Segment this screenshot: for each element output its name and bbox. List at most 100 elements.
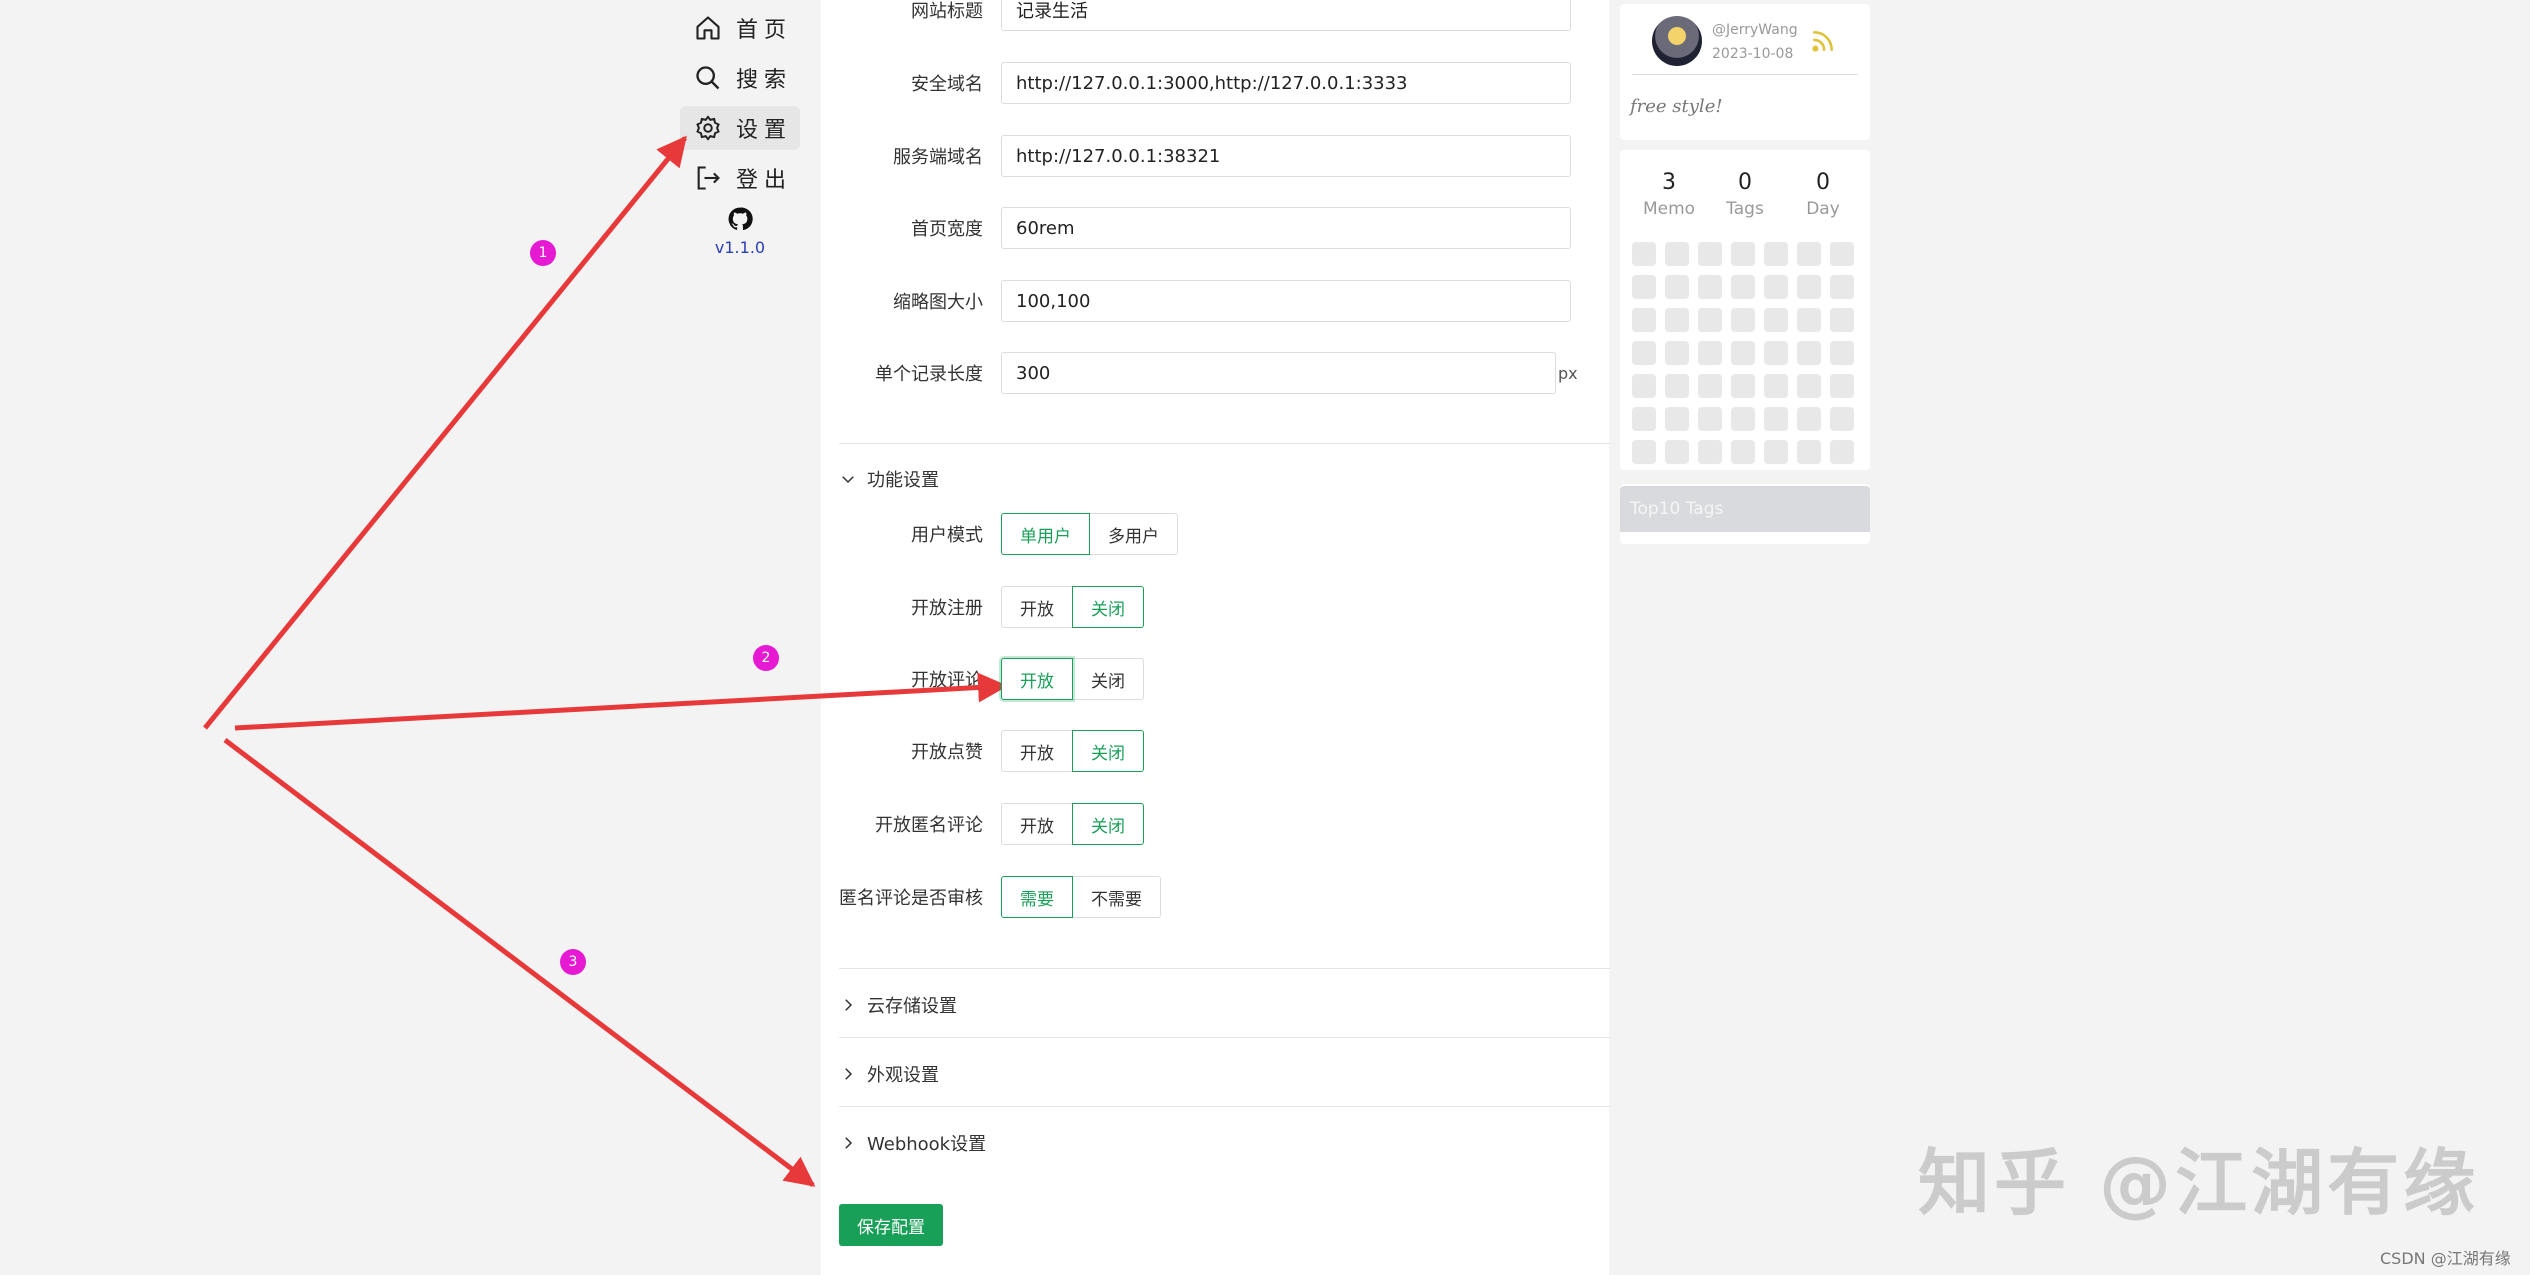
option-open[interactable]: 开放 bbox=[1001, 730, 1073, 772]
option-no-need[interactable]: 不需要 bbox=[1072, 876, 1161, 918]
heatmap-cell bbox=[1632, 374, 1656, 398]
heatmap-cell bbox=[1698, 374, 1722, 398]
heatmap-cell bbox=[1830, 374, 1854, 398]
heatmap-cell bbox=[1764, 242, 1788, 266]
nav-item-home[interactable]: 首页 bbox=[680, 6, 800, 50]
safe-domain-row: 安全域名 bbox=[821, 61, 1609, 105]
main-nav: 首页 搜索 设置 登出 v1.1.0 bbox=[680, 6, 800, 257]
arrow-3 bbox=[223, 738, 816, 1187]
profile-card: @JerryWang 2023-10-08 free style! bbox=[1620, 4, 1870, 140]
anon-review-label: 匿名评论是否审核 bbox=[839, 888, 983, 909]
stats-card: 3 Memo 0 Tags 0 Day bbox=[1620, 150, 1870, 470]
heatmap-cell bbox=[1731, 275, 1755, 299]
logout-icon bbox=[697, 166, 720, 190]
anon-comment-toggle: 开放 关闭 bbox=[1001, 803, 1144, 845]
nav-item-search[interactable]: 搜索 bbox=[680, 56, 800, 100]
heatmap-cell bbox=[1698, 440, 1722, 464]
heatmap-cell bbox=[1665, 374, 1689, 398]
site-title-input[interactable] bbox=[1001, 0, 1571, 31]
arrow-1 bbox=[203, 135, 687, 730]
option-need[interactable]: 需要 bbox=[1001, 876, 1073, 918]
nav-item-settings[interactable]: 设置 bbox=[680, 106, 800, 150]
option-close[interactable]: 关闭 bbox=[1072, 803, 1144, 845]
server-domain-row: 服务端域名 bbox=[821, 134, 1609, 178]
heatmap-cell bbox=[1731, 242, 1755, 266]
heatmap-cell bbox=[1830, 407, 1854, 431]
option-open[interactable]: 开放 bbox=[1001, 803, 1073, 845]
storage-section-toggle[interactable]: 云存储设置 bbox=[839, 992, 957, 1018]
heatmap-cell bbox=[1797, 374, 1821, 398]
option-multi-user[interactable]: 多用户 bbox=[1089, 513, 1178, 555]
heatmap-cell bbox=[1731, 407, 1755, 431]
heatmap-cell bbox=[1665, 308, 1689, 332]
github-link[interactable] bbox=[680, 206, 800, 232]
heatmap-cell bbox=[1698, 275, 1722, 299]
server-domain-input[interactable] bbox=[1001, 135, 1571, 177]
heatmap-cell bbox=[1797, 242, 1821, 266]
stat-label: Day bbox=[1806, 199, 1840, 219]
nav-item-label: 首页 bbox=[736, 18, 793, 43]
safe-domain-input[interactable] bbox=[1001, 62, 1571, 104]
stat-day: 0 Day bbox=[1788, 170, 1858, 219]
annotation-badge-2: 2 bbox=[753, 645, 779, 671]
site-title-row: 网站标题 bbox=[821, 0, 1609, 32]
anon-review-toggle: 需要 不需要 bbox=[1001, 876, 1161, 918]
option-close[interactable]: 关闭 bbox=[1072, 586, 1144, 628]
heatmap-cell bbox=[1665, 407, 1689, 431]
feature-section-toggle[interactable]: 功能设置 bbox=[839, 466, 939, 492]
gear-icon bbox=[696, 115, 720, 141]
nav-item-logout[interactable]: 登出 bbox=[680, 156, 800, 200]
stat-value: 0 bbox=[1738, 170, 1752, 195]
open-comment-toggle: 开放 关闭 bbox=[1001, 658, 1144, 700]
avatar[interactable] bbox=[1652, 16, 1702, 66]
annotation-badge-1: 1 bbox=[530, 240, 556, 266]
thumb-size-label: 缩略图大小 bbox=[893, 292, 983, 313]
heatmap-cell bbox=[1764, 341, 1788, 365]
heatmap-cell bbox=[1632, 275, 1656, 299]
webhook-section-title: Webhook设置 bbox=[867, 1134, 987, 1155]
open-register-label: 开放注册 bbox=[911, 598, 983, 619]
memo-length-input[interactable] bbox=[1001, 352, 1556, 394]
option-close[interactable]: 关闭 bbox=[1072, 658, 1144, 700]
user-mode-row: 用户模式 单用户 多用户 bbox=[821, 512, 1609, 556]
top-tags-card: Top10 Tags bbox=[1620, 484, 1870, 544]
option-open[interactable]: 开放 bbox=[1001, 658, 1073, 700]
heatmap-cell bbox=[1764, 374, 1788, 398]
option-single-user[interactable]: 单用户 bbox=[1001, 513, 1090, 555]
watermark: 知乎 @江湖有缘 bbox=[1918, 1141, 2480, 1225]
save-config-button[interactable]: 保存配置 bbox=[839, 1204, 943, 1246]
heatmap-cell bbox=[1764, 308, 1788, 332]
heatmap-cell bbox=[1731, 374, 1755, 398]
appearance-section-title: 外观设置 bbox=[867, 1065, 939, 1086]
anon-review-row: 匿名评论是否审核 需要 不需要 bbox=[821, 875, 1609, 919]
heatmap-cell bbox=[1797, 341, 1821, 365]
profile-date: 2023-10-08 bbox=[1712, 46, 1794, 62]
open-like-toggle: 开放 关闭 bbox=[1001, 730, 1144, 772]
heatmap-cell bbox=[1665, 242, 1689, 266]
user-mode-toggle: 单用户 多用户 bbox=[1001, 513, 1178, 555]
rss-icon[interactable] bbox=[1810, 28, 1836, 54]
thumb-size-row: 缩略图大小 bbox=[821, 279, 1609, 323]
thumb-size-input[interactable] bbox=[1001, 280, 1571, 322]
heatmap-cell bbox=[1731, 341, 1755, 365]
username: @JerryWang bbox=[1712, 22, 1798, 38]
heatmap-cell bbox=[1632, 341, 1656, 365]
appearance-section-toggle[interactable]: 外观设置 bbox=[839, 1061, 939, 1087]
option-close[interactable]: 关闭 bbox=[1072, 730, 1144, 772]
anon-comment-row: 开放匿名评论 开放 关闭 bbox=[821, 802, 1609, 846]
home-width-row: 首页宽度 bbox=[821, 206, 1609, 250]
option-open[interactable]: 开放 bbox=[1001, 586, 1073, 628]
heatmap-cell bbox=[1830, 440, 1854, 464]
heatmap-cell bbox=[1665, 440, 1689, 464]
top-tags-title: Top10 Tags bbox=[1620, 486, 1870, 532]
heatmap-cell bbox=[1731, 440, 1755, 464]
heatmap-cell bbox=[1764, 440, 1788, 464]
memo-length-row: 单个记录长度 px bbox=[821, 351, 1609, 395]
heatmap-cell bbox=[1698, 341, 1722, 365]
activity-heatmap bbox=[1632, 242, 1854, 464]
webhook-section-toggle[interactable]: Webhook设置 bbox=[839, 1130, 986, 1156]
divider bbox=[839, 1037, 1611, 1038]
open-like-row: 开放点赞 开放 关闭 bbox=[821, 729, 1609, 773]
stat-label: Tags bbox=[1726, 199, 1764, 219]
home-width-input[interactable] bbox=[1001, 207, 1571, 249]
